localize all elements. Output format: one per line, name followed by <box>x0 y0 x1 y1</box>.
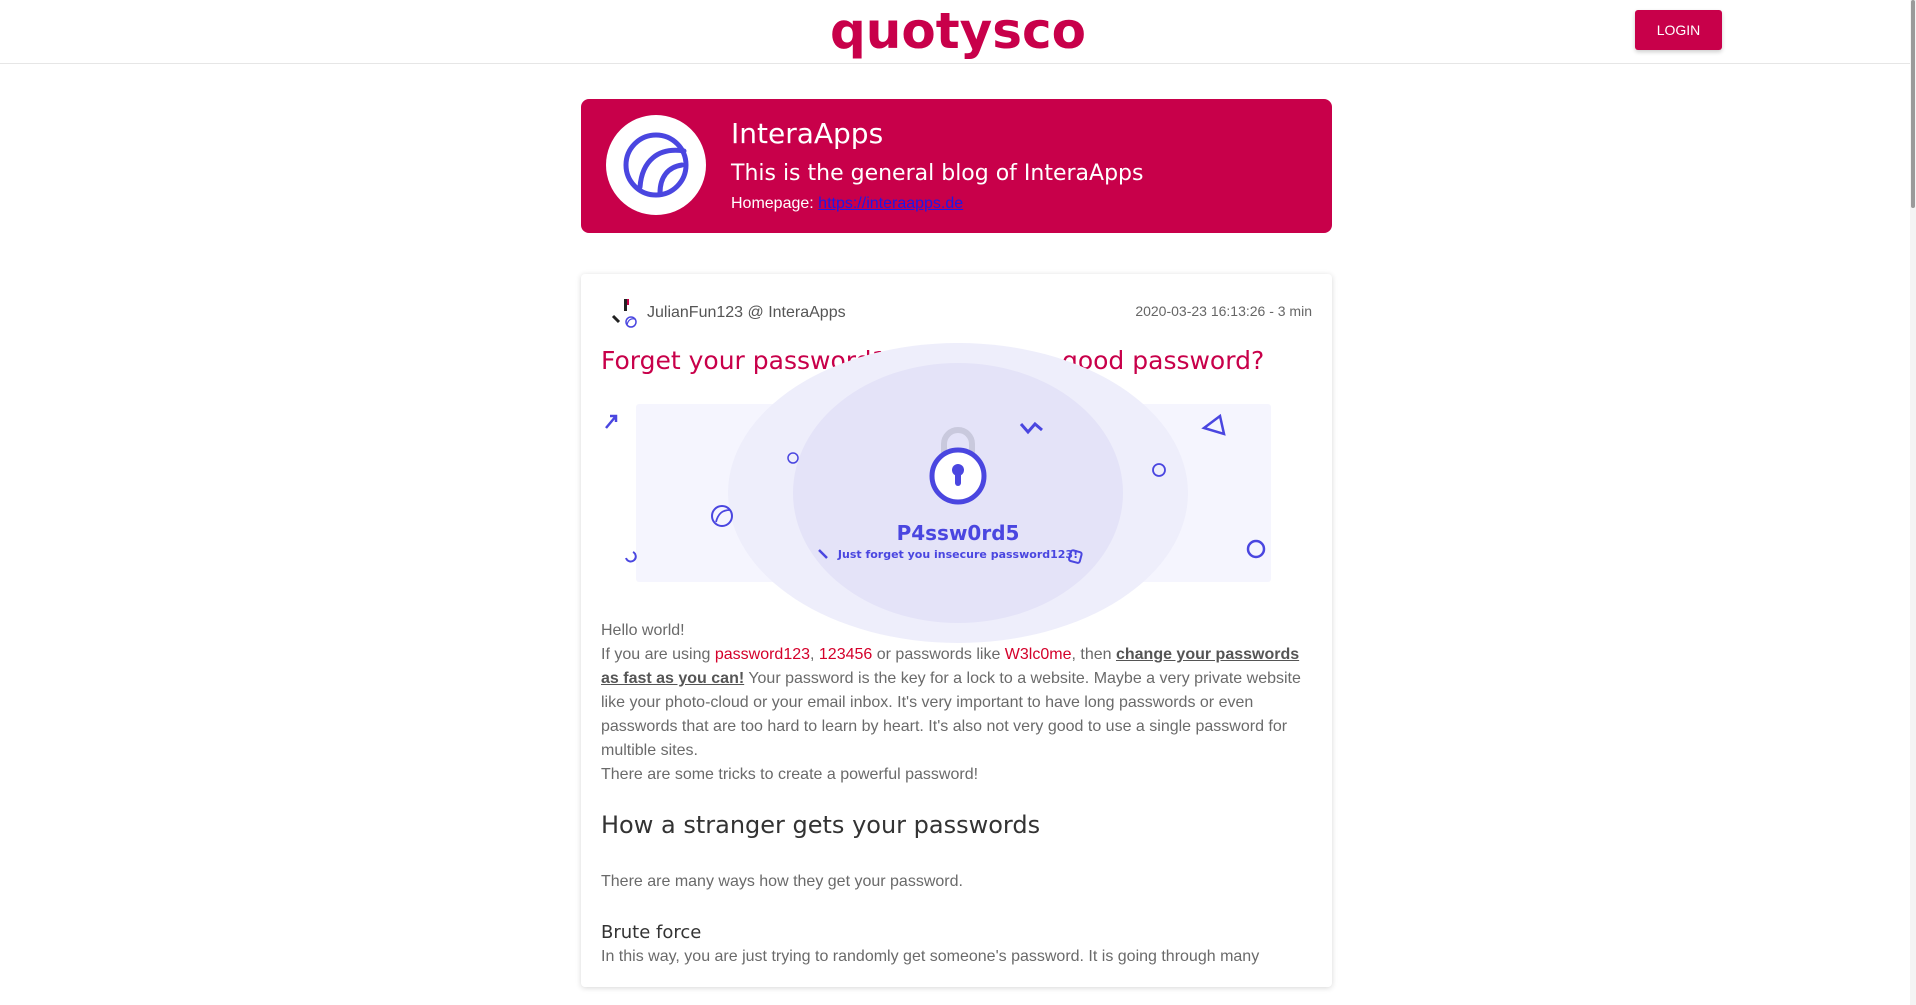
intro-text-3: , then <box>1071 646 1116 663</box>
cover-caption: Just forget you insecure password123! <box>837 548 1078 561</box>
cover-illustration: P4ssw0rd5 Just forget you insecure passw… <box>605 343 1266 643</box>
post-cover-image: P4ssw0rd5 Just forget you insecure passw… <box>605 343 1271 643</box>
section-heading: How a stranger gets your passwords <box>601 811 1041 839</box>
intro-paragraph: If you are using password123, 123456 or … <box>601 643 1311 763</box>
post-body: Hello world! If you are using password12… <box>601 619 1311 787</box>
blog-avatar <box>606 115 706 215</box>
greeting-text: Hello world! <box>601 622 685 639</box>
intro-text-1: If you are using <box>601 646 715 663</box>
homepage-label: Homepage: <box>731 195 814 212</box>
blog-homepage: Homepage: https://interaapps.de <box>731 195 963 213</box>
example-password-1: password123 <box>714 646 811 663</box>
intro-sep: , <box>810 646 819 663</box>
quotysco-logo[interactable]: quotysco <box>0 2 1916 60</box>
scrollbar-thumb[interactable] <box>1911 0 1915 208</box>
blog-description: This is the general blog of InteraApps <box>731 161 1144 186</box>
interaapps-logo-icon <box>623 132 689 198</box>
post-date-readtime: 2020-03-23 16:13:26 - 3 min <box>1135 303 1312 319</box>
tricks-text: There are some tricks to create a powerf… <box>601 766 979 783</box>
blog-header-card: InteraApps This is the general blog of I… <box>581 99 1332 233</box>
top-navigation-bar: quotysco LOGIN <box>0 0 1916 64</box>
intro-text-2: or passwords like <box>872 646 1005 663</box>
homepage-link[interactable]: https://interaapps.de <box>818 195 963 212</box>
subsection-heading: Brute force <box>601 922 702 943</box>
login-button[interactable]: LOGIN <box>1635 10 1722 50</box>
author-name[interactable]: JulianFun123 @ InteraApps <box>647 304 846 322</box>
section-text: There are many ways how they get your pa… <box>601 873 963 890</box>
blog-post-card: JulianFun123 @ InteraApps 2020-03-23 16:… <box>581 274 1332 987</box>
blog-name: InteraApps <box>731 117 884 150</box>
example-password-2: 123456 <box>818 646 873 663</box>
author-avatar[interactable] <box>609 296 641 330</box>
example-password-3: W3lc0me <box>1004 646 1072 663</box>
subsection-text: In this way, you are just trying to rand… <box>601 948 1260 965</box>
cover-headline: P4ssw0rd5 <box>897 521 1020 545</box>
